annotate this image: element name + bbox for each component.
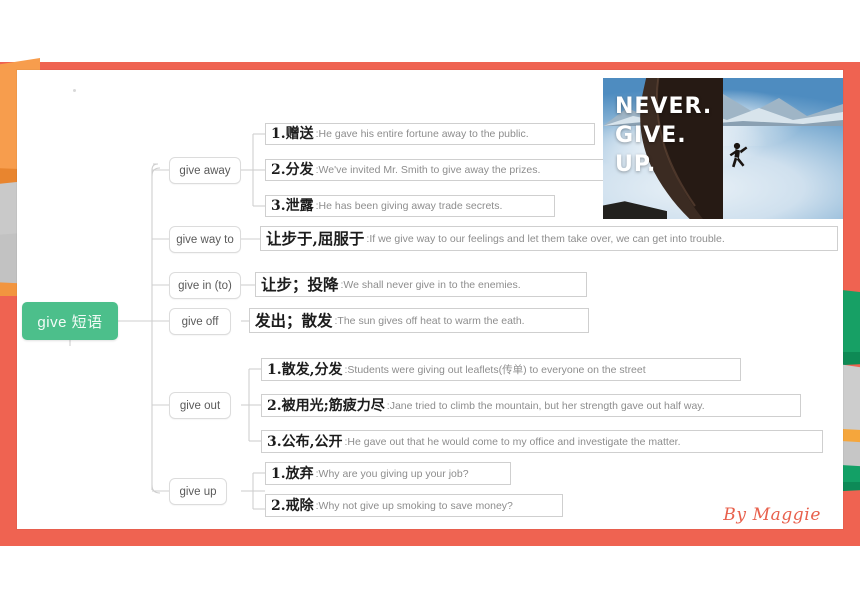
leaf-item[interactable]: 3. 泄露 :He has been giving away trade sec… — [265, 195, 555, 217]
leaf-item[interactable]: 2. 被用光;筋疲力尽 :Jane tried to climb the mou… — [261, 394, 801, 417]
leaf-num: 1. — [271, 465, 286, 482]
branch-label: give off — [181, 315, 219, 328]
leaf-num: 3. — [271, 198, 286, 214]
leaf-item[interactable]: 1. 赠送 :He gave his entire fortune away t… — [265, 123, 595, 145]
leaf-item[interactable]: 2. 戒除 :Why not give up smoking to save m… — [265, 494, 563, 517]
photo-caption-line-3: UP. — [615, 152, 657, 178]
leaf-example: :He has been giving away trade secrets. — [315, 200, 503, 212]
leaf-example: :The sun gives off heat to warm the eath… — [334, 314, 525, 327]
branch-label: give in (to) — [178, 279, 232, 292]
branch-label: give up — [179, 485, 217, 498]
branch-label: give away — [179, 164, 231, 177]
mindmap-root-node[interactable]: give 短语 — [22, 302, 118, 340]
leaf-chinese: 戒除 — [285, 497, 314, 514]
branch-node-give-way-to[interactable]: give way to — [169, 226, 241, 253]
leaf-item[interactable]: 发出；散发 :The sun gives off heat to warm th… — [249, 308, 589, 333]
leaf-num: 2. — [271, 162, 286, 178]
slide-stage: give 短语 give away give way to give in (t… — [0, 0, 860, 609]
leaf-example: :We shall never give in to the enemies. — [340, 278, 521, 291]
leaf-item[interactable]: 让步；投降 :We shall never give in to the ene… — [255, 272, 587, 297]
mindmap: give 短语 give away give way to give in (t… — [17, 70, 843, 529]
slide-canvas: give 短语 give away give way to give in (t… — [17, 70, 843, 529]
leaf-example: :Why not give up smoking to save money? — [315, 499, 513, 512]
photo-caption: NEVER. GIVE. UP. — [615, 92, 712, 179]
leaf-example: :If we give way to our feelings and let … — [366, 232, 725, 245]
branch-label: give way to — [176, 233, 234, 246]
leaf-chinese: 分发 — [285, 162, 314, 178]
leaf-num: 1. — [267, 361, 282, 378]
leaf-example: :He gave his entire fortune away to the … — [315, 128, 529, 140]
leaf-num: 2. — [271, 497, 286, 514]
motivational-photo: NEVER. GIVE. UP. — [603, 78, 843, 219]
photo-caption-line-1: NEVER. — [615, 94, 713, 119]
leaf-example: :Students were giving out leaflets(传单) t… — [344, 364, 646, 376]
branch-label: give out — [179, 399, 221, 412]
branch-node-give-off[interactable]: give off — [169, 308, 231, 335]
leaf-item[interactable]: 1. 散发,分发 :Students were giving out leafl… — [261, 358, 741, 381]
leaf-chinese: 泄露 — [285, 198, 314, 214]
leaf-chinese: 让步于,屈服于 — [266, 228, 365, 248]
leaf-chinese: 散发,分发 — [281, 361, 343, 378]
leaf-num: 1. — [271, 126, 286, 142]
photo-caption-line-2: GIVE. — [615, 123, 687, 149]
leaf-chinese: 发出；散发 — [255, 310, 333, 330]
root-label: give 短语 — [37, 313, 103, 331]
leaf-num: 2. — [267, 397, 282, 414]
leaf-example: :We've invited Mr. Smith to give away th… — [315, 164, 541, 176]
leaf-chinese: 让步；投降 — [261, 274, 339, 294]
leaf-chinese: 公布,公开 — [281, 433, 343, 450]
branch-node-give-out[interactable]: give out — [169, 392, 231, 419]
leaf-item[interactable]: 1. 放弃 :Why are you giving up your job? — [265, 462, 511, 485]
leaf-example: :He gave out that he would come to my of… — [344, 435, 681, 448]
branch-node-give-up[interactable]: give up — [169, 478, 227, 505]
leaf-item[interactable]: 让步于,屈服于 :If we give way to our feelings … — [260, 226, 838, 251]
leaf-item[interactable]: 3. 公布,公开 :He gave out that he would come… — [261, 430, 823, 453]
leaf-item[interactable]: 2. 分发 :We've invited Mr. Smith to give a… — [265, 159, 615, 181]
leaf-chinese: 赠送 — [285, 126, 314, 142]
leaf-example: :Why are you giving up your job? — [315, 467, 469, 480]
leaf-chinese: 被用光;筋疲力尽 — [281, 397, 385, 414]
leaf-example: :Jane tried to climb the mountain, but h… — [386, 399, 705, 412]
branch-node-give-in-to[interactable]: give in (to) — [169, 272, 241, 299]
leaf-chinese: 放弃 — [285, 465, 314, 482]
branch-node-give-away[interactable]: give away — [169, 157, 241, 184]
author-signature: By Maggie — [723, 505, 821, 525]
photo-climber-icon — [729, 142, 748, 168]
leaf-num: 3. — [267, 433, 282, 450]
